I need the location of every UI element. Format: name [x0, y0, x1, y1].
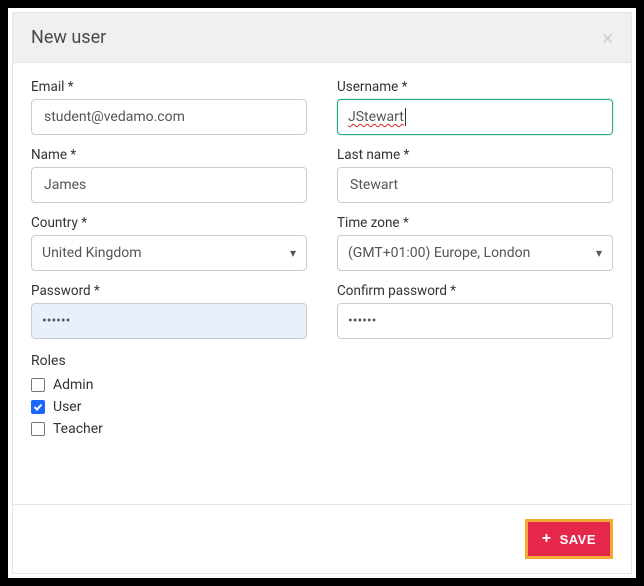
plus-icon: +	[542, 531, 552, 547]
timezone-value: (GMT+01:00) Europe, London	[348, 245, 530, 261]
password-value: ••••••	[42, 313, 70, 329]
name-field-group: Name *	[31, 147, 307, 203]
email-input[interactable]	[42, 100, 296, 134]
save-label: SAVE	[560, 532, 596, 547]
confirm-field[interactable]: ••••••	[337, 303, 613, 339]
modal-body: Email * Username * JStewart Name *	[13, 63, 631, 504]
email-field[interactable]	[31, 99, 307, 135]
country-value: United Kingdom	[42, 245, 142, 261]
checkbox-admin[interactable]	[31, 378, 45, 392]
role-label: Admin	[53, 377, 93, 393]
lastname-input[interactable]	[348, 168, 602, 202]
name-label: Name *	[31, 147, 307, 163]
role-label: User	[53, 399, 81, 415]
modal-header: New user ×	[13, 13, 631, 63]
confirm-field-group: Confirm password * ••••••	[337, 283, 613, 339]
save-button[interactable]: + SAVE	[528, 522, 610, 556]
role-admin[interactable]: Admin	[31, 377, 613, 393]
lastname-field[interactable]	[337, 167, 613, 203]
roles-title: Roles	[31, 353, 613, 369]
country-label: Country *	[31, 215, 307, 231]
country-field-group: Country * United Kingdom ▾	[31, 215, 307, 271]
role-teacher[interactable]: Teacher	[31, 421, 613, 437]
confirm-value: ••••••	[348, 313, 376, 329]
lastname-field-group: Last name *	[337, 147, 613, 203]
timezone-label: Time zone *	[337, 215, 613, 231]
password-field-group: Password * ••••••	[31, 283, 307, 339]
role-user[interactable]: User	[31, 399, 613, 415]
password-field[interactable]: ••••••	[31, 303, 307, 339]
confirm-label: Confirm password *	[337, 283, 613, 299]
email-field-group: Email *	[31, 79, 307, 135]
timezone-field-group: Time zone * (GMT+01:00) Europe, London ▾	[337, 215, 613, 271]
checkbox-user[interactable]	[31, 400, 45, 414]
roles-section: Roles Admin User	[31, 353, 613, 437]
save-highlight: + SAVE	[525, 519, 613, 559]
name-field[interactable]	[31, 167, 307, 203]
username-field[interactable]: JStewart	[337, 99, 613, 135]
role-label: Teacher	[53, 421, 103, 437]
username-field-group: Username * JStewart	[337, 79, 613, 135]
country-select[interactable]: United Kingdom ▾	[31, 235, 307, 271]
checkbox-teacher[interactable]	[31, 422, 45, 436]
new-user-modal: New user × Email * Username * JStewart	[12, 12, 632, 574]
text-caret	[405, 108, 406, 126]
username-text: JStewart	[348, 109, 404, 125]
chevron-down-icon: ▾	[596, 246, 602, 260]
username-label: Username *	[337, 79, 613, 95]
close-icon[interactable]: ×	[602, 28, 613, 48]
timezone-select[interactable]: (GMT+01:00) Europe, London ▾	[337, 235, 613, 271]
lastname-label: Last name *	[337, 147, 613, 163]
name-input[interactable]	[42, 168, 296, 202]
modal-footer: + SAVE	[13, 504, 631, 573]
modal-title: New user	[31, 27, 106, 48]
password-label: Password *	[31, 283, 307, 299]
chevron-down-icon: ▾	[290, 246, 296, 260]
email-label: Email *	[31, 79, 307, 95]
